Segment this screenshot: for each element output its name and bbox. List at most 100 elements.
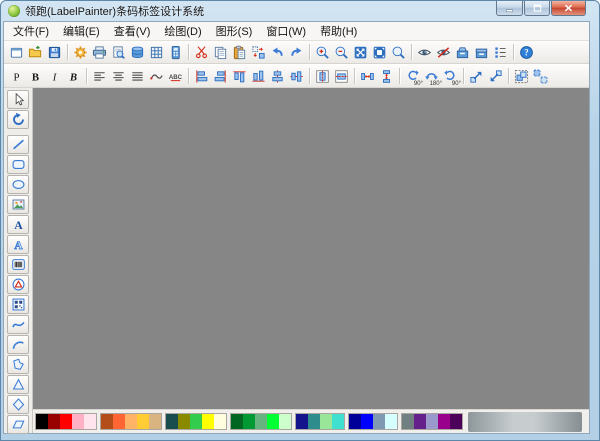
zoom-tool-button[interactable] bbox=[389, 43, 408, 62]
font-bold-italic-button[interactable]: B bbox=[64, 67, 83, 86]
label-setup-button[interactable] bbox=[166, 43, 185, 62]
color-swatch[interactable] bbox=[426, 414, 438, 429]
box-closed-button[interactable] bbox=[472, 43, 491, 62]
transform-button[interactable] bbox=[249, 43, 268, 62]
undo-button[interactable] bbox=[268, 43, 287, 62]
rounded-rect-tool-button[interactable] bbox=[7, 155, 29, 174]
rotate-right-90-button[interactable]: 90° bbox=[441, 67, 461, 87]
color-swatch[interactable] bbox=[101, 414, 113, 429]
maximize-button[interactable] bbox=[524, 1, 550, 16]
bring-forward-button[interactable] bbox=[467, 67, 486, 86]
color-swatch[interactable] bbox=[361, 414, 373, 429]
text-tool-button[interactable]: A bbox=[7, 215, 29, 234]
center-in-page-horizontal-button[interactable] bbox=[313, 67, 332, 86]
color-swatch[interactable] bbox=[332, 414, 344, 429]
color-swatch[interactable] bbox=[84, 414, 96, 429]
logo-shape-tool-button[interactable] bbox=[7, 275, 29, 294]
color-swatch[interactable] bbox=[450, 414, 462, 429]
center-in-page-vertical-button[interactable] bbox=[332, 67, 351, 86]
font-italic-button[interactable]: I bbox=[45, 67, 64, 86]
line-tool-button[interactable] bbox=[7, 135, 29, 154]
menu-edit[interactable]: 编辑(E) bbox=[56, 22, 107, 40]
curve-tool-button[interactable] bbox=[7, 315, 29, 334]
color-swatch[interactable] bbox=[243, 414, 255, 429]
box-open-button[interactable] bbox=[453, 43, 472, 62]
align-center-horizontal-button[interactable] bbox=[287, 67, 306, 86]
menu-draw[interactable]: 绘图(D) bbox=[157, 22, 208, 40]
zoom-out-button[interactable] bbox=[332, 43, 351, 62]
color-swatch[interactable] bbox=[190, 414, 202, 429]
align-bottom-edges-button[interactable] bbox=[249, 67, 268, 86]
arc-tool-button[interactable] bbox=[7, 335, 29, 354]
color-swatch[interactable] bbox=[320, 414, 332, 429]
diamond-tool-button[interactable] bbox=[7, 395, 29, 414]
text-curve-button[interactable] bbox=[147, 67, 166, 86]
help-button[interactable]: ? bbox=[517, 43, 536, 62]
color-swatch[interactable] bbox=[231, 414, 243, 429]
database-button[interactable] bbox=[128, 43, 147, 62]
color-swatch[interactable] bbox=[48, 414, 60, 429]
color-swatch[interactable] bbox=[296, 414, 308, 429]
minimize-button[interactable] bbox=[496, 1, 523, 16]
rotate-180-button[interactable]: 180° bbox=[422, 67, 442, 87]
group-objects-button[interactable] bbox=[512, 67, 531, 86]
color-swatch[interactable] bbox=[178, 414, 190, 429]
color-swatch[interactable] bbox=[438, 414, 450, 429]
color-swatch[interactable] bbox=[149, 414, 161, 429]
ellipse-tool-button[interactable] bbox=[7, 175, 29, 194]
print-preview-button[interactable] bbox=[109, 43, 128, 62]
color-swatch[interactable] bbox=[267, 414, 279, 429]
ungroup-objects-button[interactable] bbox=[531, 67, 550, 86]
text-align-left-button[interactable] bbox=[90, 67, 109, 86]
color-swatch[interactable] bbox=[402, 414, 414, 429]
align-left-edges-button[interactable] bbox=[192, 67, 211, 86]
rotate-left-90-button[interactable]: 90° bbox=[403, 67, 423, 87]
color-swatch[interactable] bbox=[125, 414, 137, 429]
color-swatch[interactable] bbox=[72, 414, 84, 429]
fit-window-button[interactable] bbox=[351, 43, 370, 62]
color-swatch[interactable] bbox=[255, 414, 267, 429]
menu-window[interactable]: 窗口(W) bbox=[259, 22, 313, 40]
open-file-button[interactable] bbox=[26, 43, 45, 62]
align-center-vertical-button[interactable] bbox=[268, 67, 287, 86]
equal-spacing-vertical-button[interactable] bbox=[377, 67, 396, 86]
redo-button[interactable] bbox=[287, 43, 306, 62]
barcode-tool-button[interactable] bbox=[7, 255, 29, 274]
color-swatch[interactable] bbox=[137, 414, 149, 429]
color-swatch[interactable] bbox=[279, 414, 291, 429]
object-list-button[interactable] bbox=[491, 43, 510, 62]
color-swatch[interactable] bbox=[373, 414, 385, 429]
color-swatch[interactable] bbox=[166, 414, 178, 429]
new-document-button[interactable] bbox=[7, 43, 26, 62]
color-swatch[interactable] bbox=[113, 414, 125, 429]
cut-button[interactable] bbox=[192, 43, 211, 62]
polygon-tool-button[interactable] bbox=[7, 355, 29, 374]
color-swatch[interactable] bbox=[349, 414, 361, 429]
menu-help[interactable]: 帮助(H) bbox=[313, 22, 364, 40]
image-tool-button[interactable] bbox=[7, 195, 29, 214]
design-canvas[interactable] bbox=[33, 88, 589, 409]
qrcode-tool-button[interactable] bbox=[7, 295, 29, 314]
show-objects-button[interactable] bbox=[415, 43, 434, 62]
send-backward-button[interactable] bbox=[486, 67, 505, 86]
color-swatch[interactable] bbox=[60, 414, 72, 429]
align-right-edges-button[interactable] bbox=[211, 67, 230, 86]
fit-page-button[interactable] bbox=[370, 43, 389, 62]
zoom-in-button[interactable] bbox=[313, 43, 332, 62]
paste-button[interactable] bbox=[230, 43, 249, 62]
color-swatch[interactable] bbox=[308, 414, 320, 429]
menu-shape[interactable]: 图形(S) bbox=[209, 22, 260, 40]
font-plain-button[interactable]: P bbox=[7, 67, 26, 86]
align-top-edges-button[interactable] bbox=[230, 67, 249, 86]
art-text-tool-button[interactable]: A bbox=[7, 235, 29, 254]
menu-file[interactable]: 文件(F) bbox=[6, 22, 56, 40]
color-swatch[interactable] bbox=[202, 414, 214, 429]
color-swatch[interactable] bbox=[36, 414, 48, 429]
copy-button[interactable] bbox=[211, 43, 230, 62]
menu-view[interactable]: 查看(V) bbox=[107, 22, 158, 40]
select-tool-button[interactable] bbox=[7, 90, 29, 109]
spell-check-button[interactable]: ABC bbox=[166, 67, 185, 86]
triangle-tool-button[interactable] bbox=[7, 375, 29, 394]
parallelogram-tool-button[interactable] bbox=[7, 415, 29, 434]
color-swatch[interactable] bbox=[414, 414, 426, 429]
